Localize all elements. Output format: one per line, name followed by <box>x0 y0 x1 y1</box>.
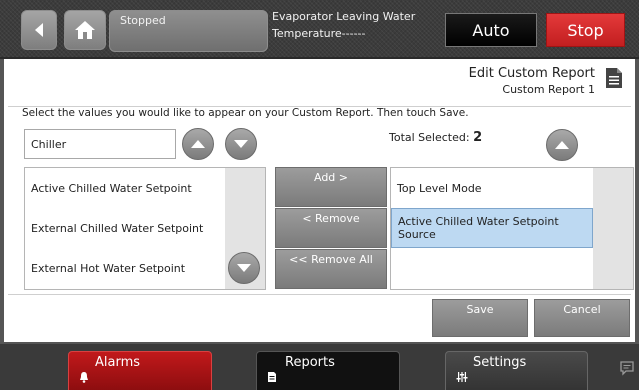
sliders-icon <box>456 372 468 382</box>
list-item-label: Active Chilled Water Setpoint <box>31 181 192 195</box>
unit-status-display[interactable]: Stopped <box>109 10 268 52</box>
bell-icon <box>80 372 88 383</box>
save-button-label: Save <box>466 303 494 316</box>
edit-report-panel: Edit Custom Report Custom Report 1 Selec… <box>0 59 639 342</box>
total-selected: Total Selected: 2 <box>389 130 482 145</box>
category-value: Chiller <box>31 138 67 151</box>
chevron-down-icon <box>234 140 248 148</box>
chevron-up-icon <box>555 141 569 149</box>
document-icon <box>268 372 276 382</box>
remove-all-button-label: << Remove All <box>289 253 373 266</box>
chat-icon[interactable] <box>619 360 635 376</box>
list-item[interactable]: Active Chilled Water Setpoint <box>25 168 225 208</box>
category-down-button[interactable] <box>225 128 257 160</box>
selected-scroll-up-button[interactable] <box>546 129 578 161</box>
unit-status-text: Stopped <box>120 14 166 27</box>
divider <box>8 294 631 295</box>
evaporator-value: Temperature------ <box>272 27 366 40</box>
list-item[interactable]: Top Level Mode <box>391 168 593 208</box>
list-item[interactable]: External Hot Water Setpoint <box>25 248 225 288</box>
page-title: Edit Custom Report <box>468 66 595 81</box>
category-up-button[interactable] <box>182 128 214 160</box>
stop-button[interactable]: Stop <box>546 13 625 47</box>
evaporator-readout: Evaporator Leaving Water Temperature----… <box>272 8 432 42</box>
bottom-nav: Alarms Reports Settings <box>0 342 639 390</box>
back-button[interactable] <box>21 10 57 50</box>
list-item-selected[interactable]: Active Chilled Water Setpoint Source <box>391 208 593 248</box>
category-selector[interactable]: Chiller <box>24 129 176 159</box>
page-subtitle: Custom Report 1 <box>502 83 595 96</box>
back-arrow-icon <box>35 23 43 37</box>
total-selected-label: Total Selected: <box>389 131 470 144</box>
list-item-label: External Chilled Water Setpoint <box>31 221 204 235</box>
cancel-button[interactable]: Cancel <box>534 299 630 337</box>
home-icon <box>75 21 95 39</box>
evaporator-label: Evaporator Leaving Water <box>272 10 416 23</box>
add-button-label: Add > <box>313 171 348 184</box>
list-item-label: Top Level Mode <box>397 181 482 195</box>
home-button[interactable] <box>64 10 106 50</box>
nav-alarms-button[interactable]: Alarms <box>68 351 212 390</box>
remove-button[interactable]: < Remove <box>275 208 387 248</box>
top-bar: Stopped Evaporator Leaving Water Tempera… <box>0 0 639 59</box>
auto-button[interactable]: Auto <box>445 13 537 47</box>
nav-alarms-label: Alarms <box>95 355 141 370</box>
instructions-text: Select the values you would like to appe… <box>22 107 469 119</box>
total-selected-count: 2 <box>473 130 483 145</box>
available-scroll-down-button[interactable] <box>228 252 260 284</box>
chevron-down-icon <box>237 264 251 272</box>
remove-all-button[interactable]: << Remove All <box>275 249 387 289</box>
stop-button-label: Stop <box>567 20 604 40</box>
auto-button-label: Auto <box>472 20 510 40</box>
remove-button-label: < Remove <box>302 212 360 225</box>
selected-list-scrollbar[interactable] <box>593 168 633 289</box>
nav-reports-label: Reports <box>285 355 335 370</box>
report-document-icon <box>606 68 622 88</box>
list-item[interactable]: External Chilled Water Setpoint <box>25 208 225 248</box>
save-button[interactable]: Save <box>432 299 528 337</box>
nav-reports-button[interactable]: Reports <box>256 351 400 390</box>
selected-values-list[interactable]: Top Level Mode Active Chilled Water Setp… <box>390 167 634 290</box>
cancel-button-label: Cancel <box>563 303 601 316</box>
chevron-up-icon <box>191 140 205 148</box>
nav-settings-label: Settings <box>473 355 527 370</box>
add-button[interactable]: Add > <box>275 167 387 207</box>
list-item-label: External Hot Water Setpoint <box>31 261 186 275</box>
available-values-list[interactable]: Active Chilled Water Setpoint External C… <box>24 167 266 290</box>
list-item-label: Active Chilled Water Setpoint Source <box>398 215 559 241</box>
nav-settings-button[interactable]: Settings <box>445 351 588 390</box>
